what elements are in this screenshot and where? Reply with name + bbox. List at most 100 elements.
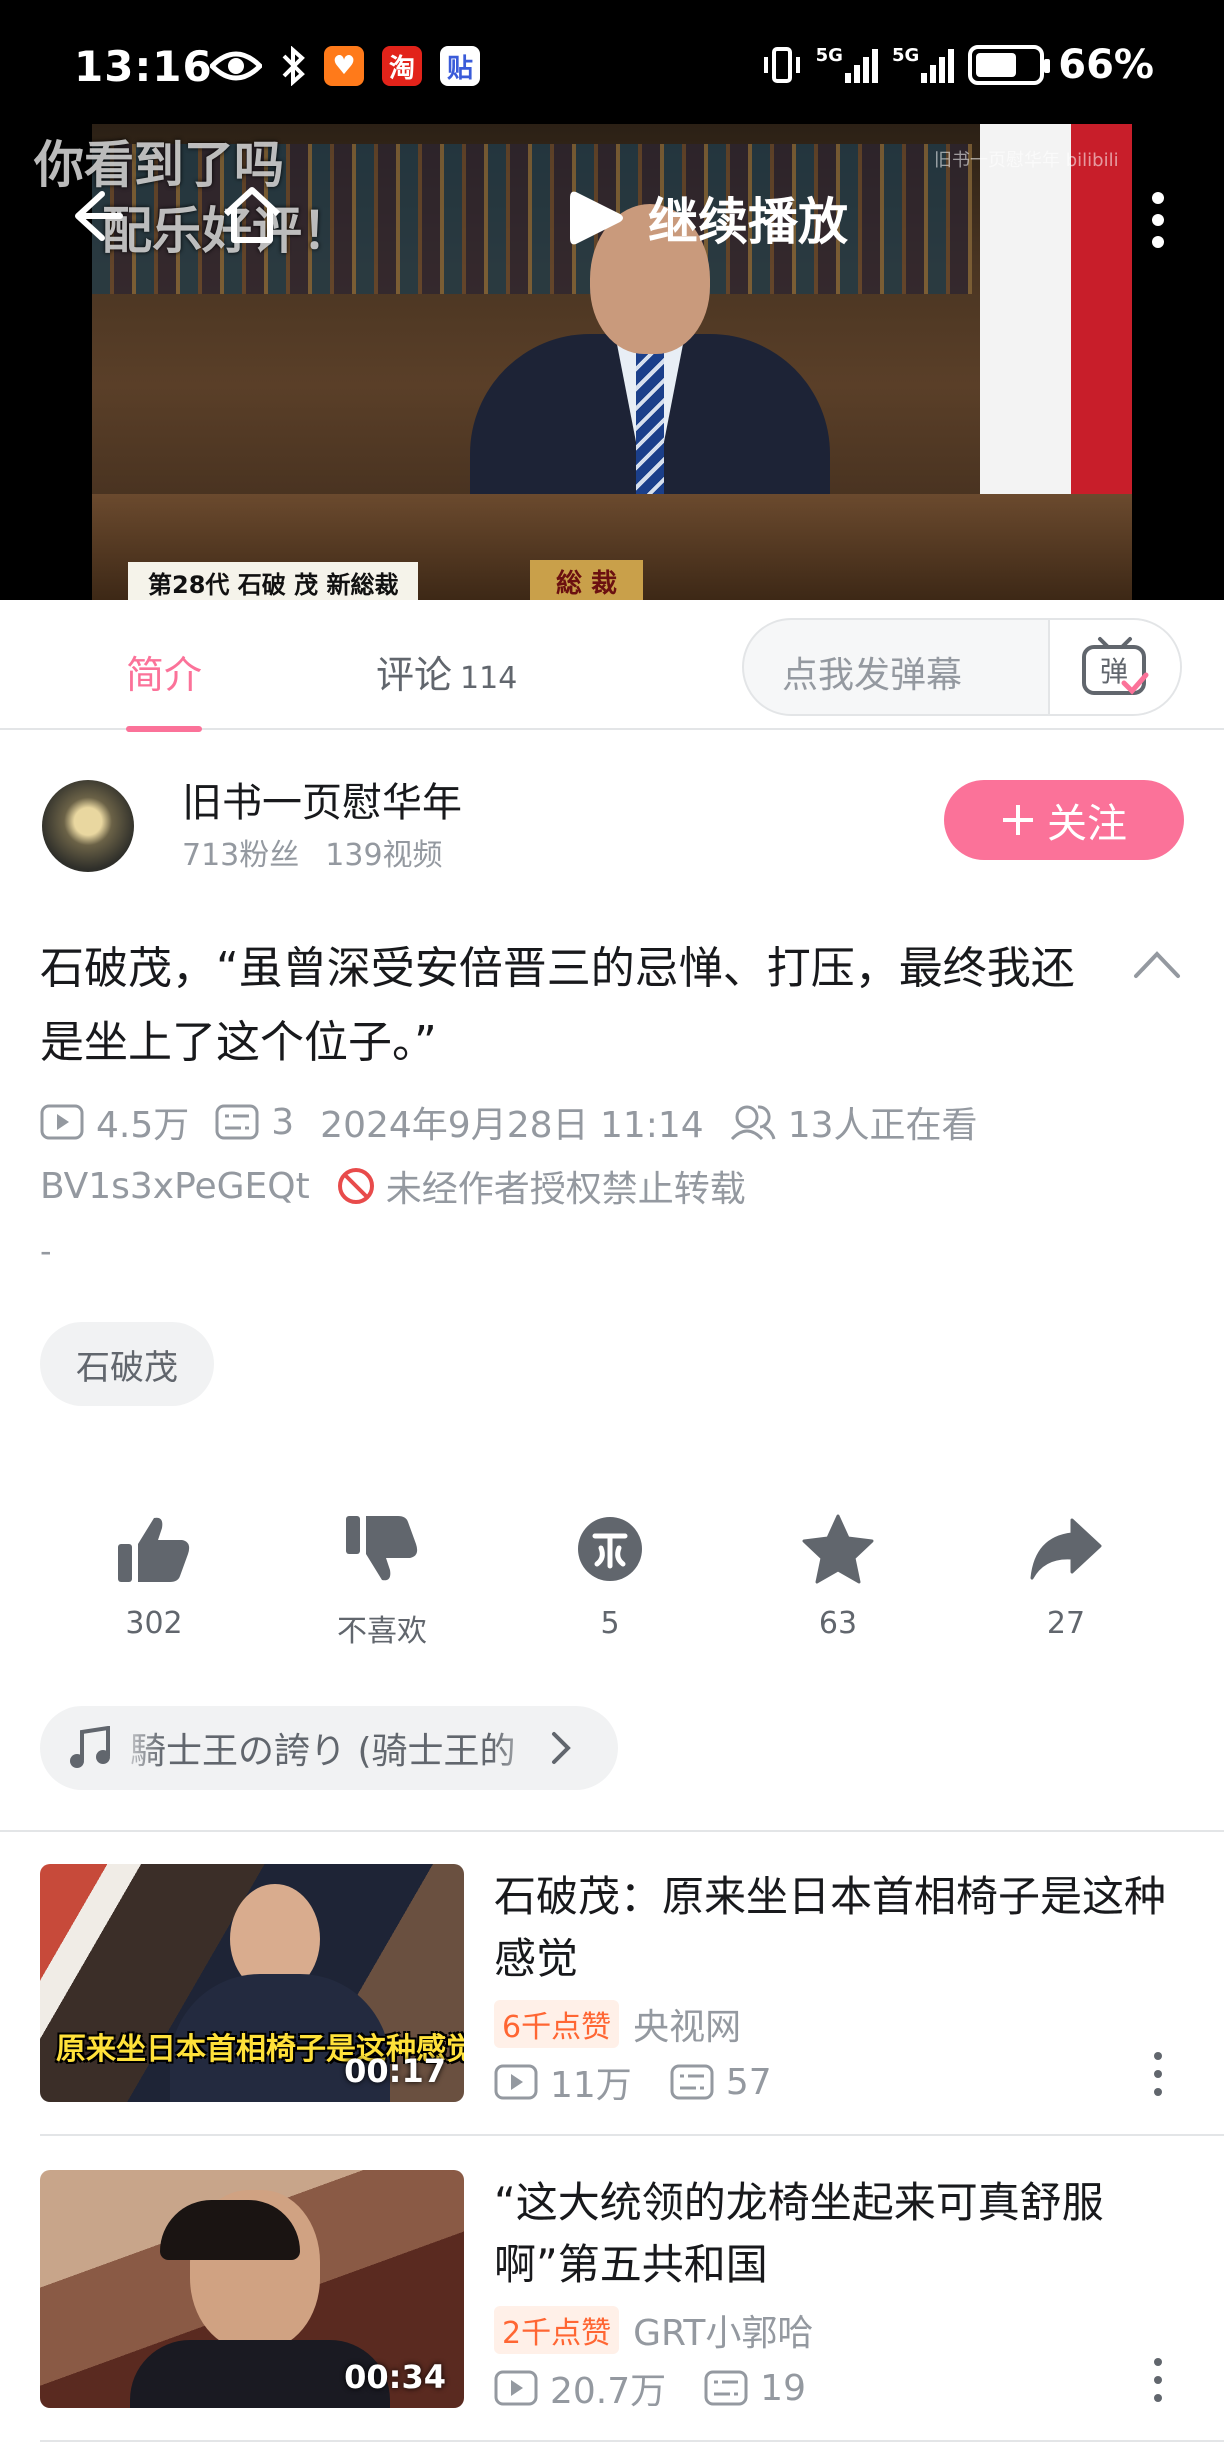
thumbs-up-icon <box>118 1517 190 1582</box>
status-notification-icons: ♥ 淘 贴 <box>210 46 480 86</box>
music-title: 騎士王の誇り (骑士王的 <box>130 1731 516 1772</box>
signal-1: 5G <box>816 47 878 83</box>
comments-count: 114 <box>460 661 518 696</box>
thumbs-down-icon <box>346 1516 418 1581</box>
battery-percent: 66% <box>1058 42 1154 88</box>
video-duration: 00:17 <box>344 2052 446 2090</box>
tab-comments[interactable]: 评论 114 <box>376 644 517 699</box>
related-author: 央视网 <box>633 2007 742 2048</box>
uploader-videos: 139视频 <box>325 838 443 873</box>
dislike-button[interactable]: 不喜欢 <box>302 1504 462 1650</box>
status-system-icons: 5G 5G 66% <box>762 42 1154 88</box>
danmaku-tv-icon: 弹 <box>1082 637 1149 695</box>
danmaku-placeholder: 点我发弹幕 <box>782 655 963 696</box>
uploader-avatar[interactable] <box>42 780 134 872</box>
video-caption-title: 総 裁 <box>530 560 644 600</box>
video-stats: 4.5万 3 2024年9月28日 11:14 13人正在看 <box>40 1096 1004 1148</box>
eye-icon <box>210 51 262 81</box>
related-thumbnail[interactable]: 00:34 <box>40 2170 464 2408</box>
view-count: 4.5万 <box>96 1105 190 1146</box>
danmaku-count-icon <box>215 1104 259 1140</box>
play-count-icon <box>494 2370 538 2406</box>
thumb-person-hair <box>160 2200 300 2260</box>
danmaku-count-icon <box>670 2064 714 2100</box>
tieba-icon: 贴 <box>440 46 480 86</box>
likes-badge: 2千点赞 <box>494 2306 620 2354</box>
danmaku-count: 3 <box>271 1101 295 1143</box>
danmaku-input[interactable]: 点我发弹幕 弹 <box>742 618 1182 716</box>
related-video-item[interactable]: 00:34 “这大统领的龙椅坐起来可真舒服啊”第五共和国 2千点赞 GRT小郭哈… <box>0 2170 1224 2446</box>
likes-badge: 6千点赞 <box>494 2000 620 2048</box>
video-id-line: BV1s3xPeGEQt 未经作者授权禁止转载 <box>40 1160 746 1212</box>
continue-play-button[interactable]: 继续播放 <box>566 182 848 254</box>
status-time: 13:16 <box>74 42 213 91</box>
play-count-icon <box>40 1104 84 1140</box>
video-tag[interactable]: 石破茂 <box>40 1322 214 1406</box>
favorite-count: 63 <box>818 1606 858 1641</box>
dislike-label: 不喜欢 <box>337 1614 427 1649</box>
related-title: “这大统领的龙椅坐起来可真舒服啊”第五共和国 <box>494 2178 1104 2289</box>
uploader-name[interactable]: 旧书一页慰华年 <box>182 770 462 828</box>
music-note-icon <box>70 1726 110 1768</box>
related-meta: 6千点赞 央视网 <box>494 1998 741 2050</box>
uploader-meta: 713粉丝 139视频 <box>182 830 443 874</box>
video-title: 石破茂，“虽曾深受安倍晋三的忌惮、打压，最终我还是坐上了这个位子。” <box>40 943 1075 1068</box>
share-icon <box>1030 1518 1102 1580</box>
more-vertical-icon[interactable] <box>1148 2356 1168 2404</box>
item-divider <box>40 2134 1224 2136</box>
bvid[interactable]: BV1s3xPeGEQt <box>40 1166 310 1207</box>
star-icon <box>802 1514 874 1584</box>
video-duration: 00:34 <box>344 2358 446 2396</box>
danmaku-toggle-button[interactable]: 弹 <box>1048 620 1180 714</box>
section-divider <box>0 1830 1224 1832</box>
related-stats: 11万 57 <box>494 2056 810 2108</box>
back-arrow-icon[interactable] <box>62 184 126 248</box>
coin-count: 5 <box>600 1606 620 1641</box>
item-divider <box>40 2440 1224 2442</box>
play-icon <box>570 191 623 245</box>
video-watermark: 旧书一页慰华年 bilibili <box>934 150 1119 171</box>
related-title: 石破茂：原来坐日本首相椅子是这种感觉 <box>494 1872 1167 1983</box>
follow-label: 关注 <box>1047 801 1127 847</box>
related-stats: 20.7万 19 <box>494 2362 844 2414</box>
follow-button[interactable]: 关注 <box>944 780 1184 860</box>
more-vertical-icon[interactable] <box>1148 2050 1168 2098</box>
related-author: GRT小郭哈 <box>633 2313 814 2354</box>
favorite-button[interactable]: 63 <box>758 1504 918 1641</box>
like-count: 302 <box>125 1606 183 1641</box>
plus-icon <box>1003 805 1033 835</box>
continue-play-label: 继续播放 <box>648 193 848 251</box>
video-flag <box>980 124 1132 504</box>
tab-intro[interactable]: 简介 <box>126 644 203 732</box>
forbidden-icon <box>337 1168 374 1204</box>
home-icon[interactable] <box>218 180 286 248</box>
tab-bar: 简介 评论 114 点我发弹幕 弹 <box>0 600 1224 732</box>
status-bar: 13:16 ♥ 淘 贴 5G 5G 66% <box>0 0 1224 124</box>
like-button[interactable]: 302 <box>74 1504 234 1641</box>
related-video-item[interactable]: 原来坐日本首相椅子是这种感觉 00:17 石破茂：原来坐日本首相椅子是这种感觉 … <box>0 1864 1224 2144</box>
taobao-coupon-icon: ♥ <box>324 46 364 86</box>
related-thumbnail[interactable]: 原来坐日本首相椅子是这种感觉 00:17 <box>40 1864 464 2102</box>
bluetooth-icon <box>282 46 305 86</box>
share-count: 27 <box>1046 1606 1086 1641</box>
chevron-up-icon[interactable] <box>1132 944 1182 984</box>
more-vertical-icon[interactable] <box>1140 190 1176 250</box>
publish-date: 2024年9月28日 11:14 <box>320 1105 704 1146</box>
share-button[interactable]: 27 <box>986 1504 1146 1641</box>
background-music-chip[interactable]: 騎士王の誇り (骑士王的 <box>40 1706 618 1790</box>
video-player[interactable]: 第28代 石破 茂 新総裁 総 裁 旧书一页慰华年 bilibili 你看到了吗… <box>0 124 1224 600</box>
viewers-icon <box>730 1105 776 1141</box>
taobao-icon: 淘 <box>382 46 422 86</box>
video-caption: 第28代 石破 茂 新総裁 <box>128 562 419 600</box>
coin-button[interactable]: 5 <box>530 1504 690 1641</box>
action-bar: 302 不喜欢 5 63 27 <box>0 1504 1224 1654</box>
coin-icon <box>578 1517 642 1581</box>
uploader-fans: 713粉丝 <box>182 838 300 873</box>
chevron-right-icon <box>552 1732 571 1764</box>
signal-2: 5G <box>892 47 955 83</box>
watching-count: 13人正在看 <box>787 1105 978 1146</box>
no-repost-notice: 未经作者授权禁止转载 <box>336 1160 746 1212</box>
vibrate-icon <box>763 47 800 83</box>
danmaku-count-icon <box>704 2370 748 2406</box>
video-description: - <box>40 1232 52 1270</box>
